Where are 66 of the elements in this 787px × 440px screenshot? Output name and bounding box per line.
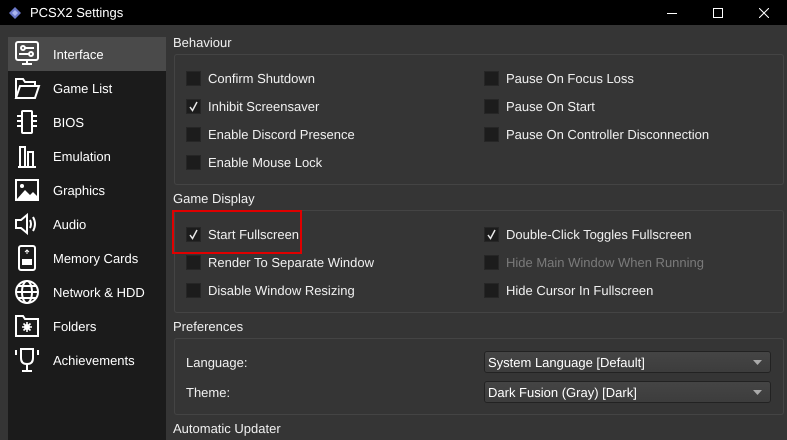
checkbox[interactable]	[186, 70, 201, 86]
group-title: Game Display	[173, 190, 256, 208]
sidebar-item[interactable]: Game List	[8, 71, 166, 105]
checkbox[interactable]	[186, 226, 201, 242]
checkbox-option[interactable]: Inhibit Screensaver	[186, 92, 320, 120]
checkbox[interactable]	[186, 254, 201, 270]
checkbox-option[interactable]: Pause On Focus Loss	[484, 64, 634, 92]
checkbox-option[interactable]: Confirm Shutdown	[186, 64, 315, 92]
sidebar-item[interactable]: Emulation	[8, 139, 166, 173]
field-label: Language:	[186, 354, 248, 370]
checkbox-label: Disable Window Resizing	[208, 282, 355, 298]
app-logo-icon	[8, 6, 22, 20]
checkbox[interactable]	[186, 282, 201, 298]
checkbox-label: Start Fullscreen	[208, 226, 300, 242]
checkbox-label: Inhibit Screensaver	[208, 98, 320, 114]
checkbox-option[interactable]: Pause On Start	[484, 92, 595, 120]
dropdown-arrow-icon	[753, 360, 762, 364]
group-title: Preferences	[173, 318, 244, 336]
image-icon	[13, 176, 41, 204]
sidebar-item[interactable]: Folders	[8, 309, 166, 343]
checkbox-label: Pause On Controller Disconnection	[506, 126, 710, 142]
window-title: PCSX2 Settings	[30, 5, 124, 20]
checkbox-label: Pause On Start	[506, 98, 595, 114]
checkbox-label: Double-Click Toggles Fullscreen	[506, 226, 692, 242]
checkbox[interactable]	[186, 98, 201, 114]
checkbox-option[interactable]: Double-Click Toggles Fullscreen	[484, 220, 692, 248]
close-icon	[759, 8, 769, 18]
checkbox-option[interactable]: Enable Mouse Lock	[186, 148, 322, 176]
sidebar-item[interactable]: BIOS	[8, 105, 166, 139]
sidebar-item[interactable]: Memory Cards	[8, 241, 166, 275]
sidebar-item[interactable]: Audio	[8, 207, 166, 241]
sidebar-item[interactable]: Interface	[8, 37, 166, 71]
checkbox-label: Hide Main Window When Running	[506, 254, 704, 270]
checkbox[interactable]	[484, 226, 499, 242]
checkbox-label: Enable Mouse Lock	[208, 154, 322, 170]
dropdown[interactable]: System Language [Default]	[484, 351, 771, 373]
checkbox[interactable]	[186, 154, 201, 170]
sidebar-item[interactable]: Network & HDD	[8, 275, 166, 309]
checkbox-label: Enable Discord Presence	[208, 126, 355, 142]
sidebar-item[interactable]: Achievements	[8, 343, 166, 377]
checkbox[interactable]	[484, 282, 499, 298]
checkbox[interactable]	[484, 98, 499, 114]
sidebar-item[interactable]: Graphics	[8, 173, 166, 207]
folder-gear-icon	[13, 312, 41, 340]
checkbox[interactable]	[484, 70, 499, 86]
group-title: Behaviour	[173, 34, 233, 52]
globe-icon	[13, 278, 41, 306]
checkbox-option[interactable]: Pause On Controller Disconnection	[484, 120, 710, 148]
dropdown-arrow-icon	[753, 390, 762, 394]
checkbox-option[interactable]: Enable Discord Presence	[186, 120, 355, 148]
group-title: Automatic Updater	[173, 420, 282, 438]
monitor-icon	[13, 40, 41, 68]
trophy-icon	[13, 346, 41, 374]
checkbox[interactable]	[484, 126, 499, 142]
checkbox-label: Pause On Focus Loss	[506, 70, 634, 86]
checkbox-label: Confirm Shutdown	[208, 70, 315, 86]
dropdown[interactable]: Dark Fusion (Gray) [Dark]	[484, 381, 771, 403]
checkbox-option[interactable]: Render To Separate Window	[186, 248, 374, 276]
checkbox-option[interactable]: Hide Cursor In Fullscreen	[484, 276, 654, 304]
checkbox-option[interactable]: Start Fullscreen	[186, 220, 300, 248]
maximize-icon	[713, 8, 723, 18]
checkbox-label: Hide Cursor In Fullscreen	[506, 282, 654, 298]
checkbox-label: Render To Separate Window	[208, 254, 374, 270]
checkbox-option[interactable]: Disable Window Resizing	[186, 276, 355, 304]
field-label: Theme:	[186, 384, 232, 400]
checkbox[interactable]	[186, 126, 201, 142]
